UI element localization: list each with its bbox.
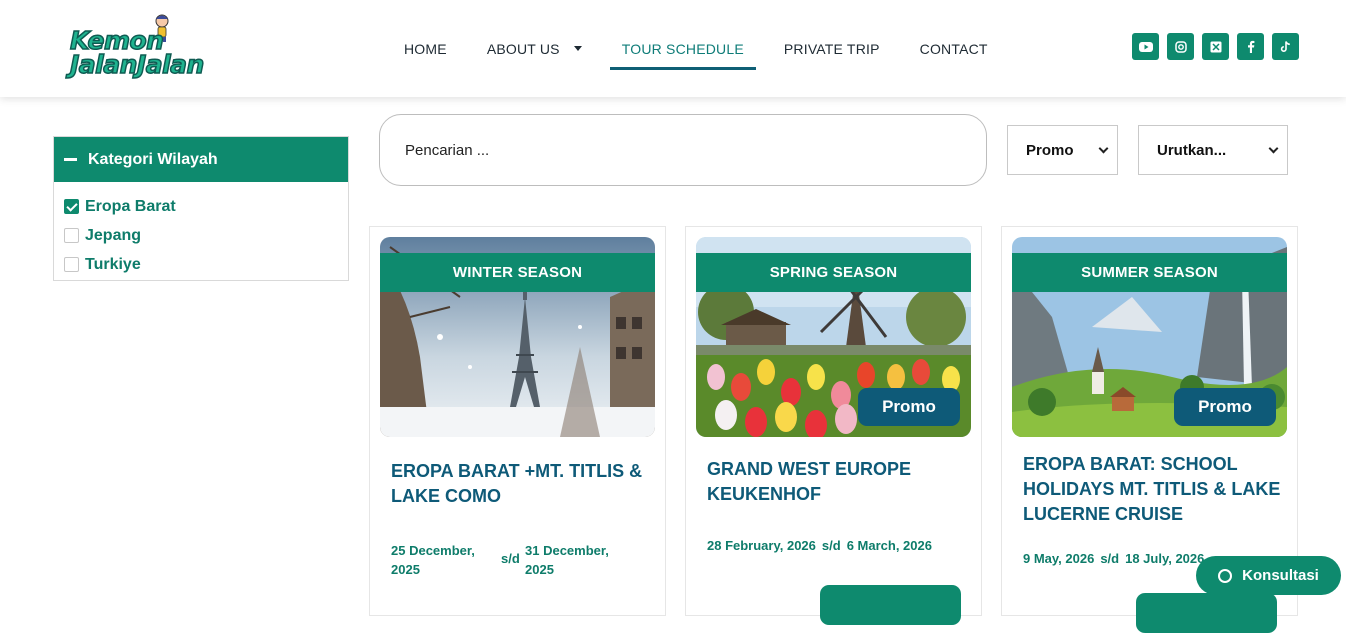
tour-title[interactable]: GRAND WEST EUROPE KEUKENHOF <box>707 457 967 507</box>
region-option-label: Jepang <box>85 226 142 244</box>
tour-image-winter[interactable]: WINTER SEASON <box>380 237 655 437</box>
tour-image-spring[interactable]: SPRING SEASON Promo <box>696 237 971 437</box>
date-separator: s/d <box>501 551 520 566</box>
region-option-jepang[interactable]: Jepang <box>54 221 348 250</box>
konsultasi-button[interactable]: Konsultasi <box>1196 556 1341 595</box>
nav-tour-label: TOUR SCHEDULE <box>621 40 744 57</box>
date-from: 28 February, 2026 <box>707 538 816 553</box>
season-banner: SPRING SEASON <box>696 253 971 292</box>
nav-about-us[interactable]: ABOUT US <box>475 0 594 97</box>
tour-title[interactable]: EROPA BARAT +MT. TITLIS & LAKE COMO <box>391 459 651 509</box>
tour-dates: 28 February, 2026 s/d 6 March, 2026 <box>707 538 932 553</box>
region-filter-panel: Kategori Wilayah Eropa Barat Jepang Turk… <box>53 136 349 281</box>
search-input[interactable]: Pencarian ... <box>379 114 987 186</box>
nav-home[interactable]: HOME <box>392 0 459 97</box>
tour-dates: 9 May, 2026 s/d 18 July, 2026 <box>1023 551 1204 566</box>
date-from: 9 May, 2026 <box>1023 551 1095 566</box>
date-separator: s/d <box>821 538 841 553</box>
konsultasi-label: Konsultasi <box>1242 567 1319 584</box>
tour-image-summer[interactable]: SUMMER SEASON Promo <box>1012 237 1287 437</box>
sort-select[interactable]: Urutkan... <box>1138 125 1288 175</box>
nav-private-trip[interactable]: PRIVATE TRIP <box>772 0 892 97</box>
nav-private-label: PRIVATE TRIP <box>783 40 880 57</box>
social-links <box>1132 33 1299 60</box>
promo-select[interactable]: Promo <box>1007 125 1118 175</box>
date-separator: s/d <box>1100 551 1120 566</box>
nav-tour-schedule[interactable]: TOUR SCHEDULE <box>609 0 757 97</box>
promo-badge: Promo <box>1174 388 1276 426</box>
date-to: 31 December, 2025 <box>525 543 609 577</box>
chevron-down-icon <box>1098 143 1109 153</box>
tour-card[interactable]: SPRING SEASON Promo GRAND WEST EUROPE KE… <box>685 226 982 625</box>
caret-down-icon <box>573 46 582 51</box>
whatsapp-icon <box>1218 568 1233 583</box>
search-placeholder: Pencarian ... <box>405 141 490 159</box>
season-banner: WINTER SEASON <box>380 253 655 292</box>
region-filter-header[interactable]: Kategori Wilayah <box>54 137 348 182</box>
nav-home-label: HOME <box>404 40 447 57</box>
logo-line-2: JalanJalan <box>69 49 205 80</box>
tour-card[interactable]: WINTER SEASON EROPA BARAT +MT. TITLIS & … <box>369 226 666 616</box>
region-option-label: Turkiye <box>85 255 141 273</box>
main-nav: HOME ABOUT US TOUR SCHEDULE PRIVATE TRIP… <box>392 0 1016 97</box>
checkbox[interactable] <box>64 257 79 272</box>
tour-title[interactable]: EROPA BARAT: SCHOOL HOLIDAYS MT. TITLIS … <box>1023 452 1283 527</box>
nav-contact-label: CONTACT <box>919 40 988 57</box>
facebook-icon[interactable] <box>1237 33 1264 60</box>
date-to: 6 March, 2026 <box>846 538 932 553</box>
tour-dates: 25 December, 2025 s/d 31 December, 2025 <box>391 541 651 579</box>
region-filter-title: Kategori Wilayah <box>88 150 218 168</box>
x-icon[interactable] <box>1202 33 1229 60</box>
detail-button[interactable] <box>820 585 961 625</box>
site-logo[interactable]: Kemon JalanJalan <box>68 10 205 82</box>
date-to: 18 July, 2026 <box>1125 551 1205 566</box>
detail-button[interactable] <box>1136 593 1277 633</box>
checkbox[interactable] <box>64 228 79 243</box>
promo-badge: Promo <box>858 388 960 426</box>
youtube-icon[interactable] <box>1132 33 1159 60</box>
region-option-turkiye[interactable]: Turkiye <box>54 250 348 279</box>
season-banner: SUMMER SEASON <box>1012 253 1287 292</box>
nav-about-label: ABOUT US <box>486 40 560 57</box>
region-option-eropa-barat[interactable]: Eropa Barat <box>54 192 348 221</box>
site-header: Kemon JalanJalan HOME ABOUT US TOUR SCHE… <box>0 0 1346 97</box>
chevron-down-icon <box>1268 143 1279 153</box>
tiktok-icon[interactable] <box>1272 33 1299 60</box>
instagram-icon[interactable] <box>1167 33 1194 60</box>
region-filter-list: Eropa Barat Jepang Turkiye <box>54 182 348 279</box>
region-option-label: Eropa Barat <box>85 197 176 215</box>
nav-contact[interactable]: CONTACT <box>908 0 1000 97</box>
checkbox-checked[interactable] <box>64 199 79 214</box>
collapse-icon <box>64 158 77 161</box>
promo-select-value: Promo <box>1026 141 1074 159</box>
date-from: 25 December, 2025 <box>391 543 475 577</box>
sort-select-value: Urutkan... <box>1157 141 1227 159</box>
